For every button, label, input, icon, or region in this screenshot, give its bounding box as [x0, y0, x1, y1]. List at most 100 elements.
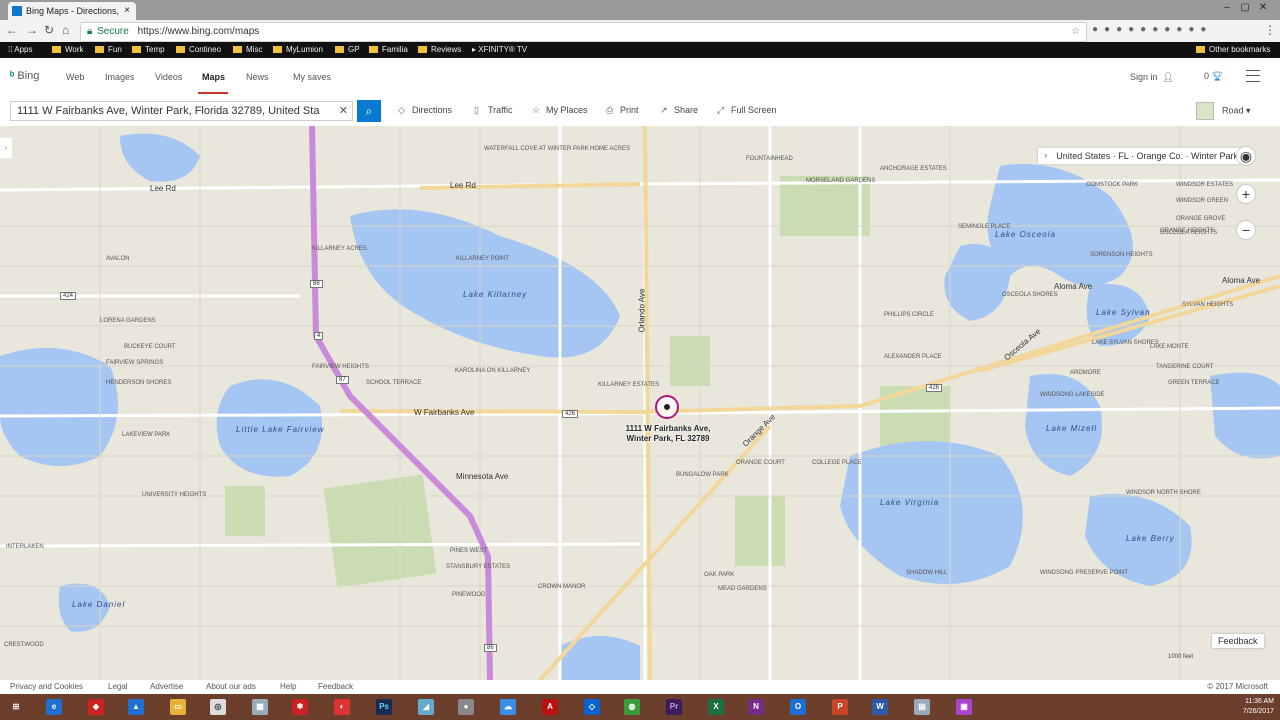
premiere-icon[interactable]: Pr — [666, 699, 682, 715]
folder-icon — [176, 46, 185, 53]
footer-link-privacy[interactable]: Privacy and Cookies — [10, 680, 83, 694]
photoshop-icon[interactable]: Ps — [376, 699, 392, 715]
back-icon[interactable]: ← — [6, 23, 18, 37]
dropbox-icon[interactable]: ◇ — [584, 699, 600, 715]
bing-logo[interactable]: ᵇ Bing — [10, 70, 39, 82]
outlook-icon[interactable]: O — [790, 699, 806, 715]
location-pin-icon[interactable] — [655, 395, 679, 419]
cloud-icon[interactable]: ☁ — [500, 699, 516, 715]
road-label: W Fairbanks Ave — [414, 408, 475, 417]
app-icon[interactable]: ▣ — [956, 699, 972, 715]
onenote-icon[interactable]: N — [748, 699, 764, 715]
search-button[interactable]: ⌕ — [357, 100, 381, 122]
app-icon[interactable]: ◐ — [334, 699, 350, 715]
nav-web[interactable]: Web — [66, 72, 84, 82]
minimize-icon[interactable]: – — [1218, 2, 1236, 13]
clear-search-icon[interactable]: ✕ — [338, 102, 348, 120]
acrobat-icon[interactable]: A — [542, 699, 558, 715]
locate-me-button[interactable]: ◉ — [1236, 146, 1256, 166]
windows-start-icon[interactable]: ⊞ — [8, 699, 24, 715]
internet-explorer-icon[interactable]: e — [46, 699, 62, 715]
powerpoint-icon[interactable]: P — [832, 699, 848, 715]
bookmark-mylumion[interactable]: MyLumion — [273, 42, 323, 58]
map-style-selector[interactable]: Road ▾ — [1196, 102, 1251, 120]
nav-videos[interactable]: Videos — [155, 72, 182, 82]
route-shield: 87 — [336, 376, 349, 384]
place-label: FAIRVIEW HEIGHTS — [312, 364, 369, 370]
place-label: ORANGE COURT — [736, 460, 785, 466]
bing-logo-icon: ᵇ — [10, 70, 15, 82]
app-icon[interactable]: ◍ — [624, 699, 640, 715]
extension-icons[interactable]: ●●●●●●●●●● — [1092, 24, 1212, 35]
browser-menu-icon[interactable]: ⋮ — [1264, 23, 1276, 37]
excel-icon[interactable]: X — [708, 699, 724, 715]
place-label: TANGERINE COURT — [1156, 364, 1214, 370]
bookmark-reviews[interactable]: Reviews — [418, 42, 461, 58]
clock-time: 11:36 AM — [1244, 698, 1274, 705]
share-button[interactable]: ↗ Share — [660, 105, 698, 116]
footer-link-help[interactable]: Help — [280, 680, 296, 694]
browser-tab[interactable]: Bing Maps - Directions, × — [8, 2, 136, 20]
forward-icon[interactable]: → — [26, 23, 38, 37]
map-feedback-button[interactable]: Feedback — [1212, 634, 1264, 648]
nav-maps[interactable]: Maps — [202, 72, 225, 82]
my-places-button[interactable]: ☆ My Places — [532, 105, 588, 116]
bookmark-temp[interactable]: Temp — [132, 42, 165, 58]
footer-link-feedback[interactable]: Feedback — [318, 680, 353, 694]
directions-button[interactable]: ◇ Directions — [398, 105, 452, 116]
place-label: AVALON — [106, 256, 130, 262]
app-icon[interactable]: ▤ — [914, 699, 930, 715]
bookmark-apps[interactable]: ⁞⁞ Apps — [8, 42, 32, 58]
park-area — [670, 336, 710, 386]
nav-images[interactable]: Images — [105, 72, 135, 82]
side-panel-toggle[interactable]: › — [0, 138, 12, 158]
footer-link-about-ads[interactable]: About our ads — [206, 680, 256, 694]
bookmark-xfinity[interactable]: ▸ XFINITY® TV — [472, 42, 527, 58]
app-icon[interactable]: ◢ — [418, 699, 434, 715]
traffic-button[interactable]: ▯ Traffic — [474, 105, 513, 116]
bookmark-fun[interactable]: Fun — [95, 42, 122, 58]
place-label: LAKE SYLVAN SHORES — [1092, 340, 1159, 346]
bookmark-contineo[interactable]: Contineo — [176, 42, 221, 58]
nav-my-saves[interactable]: My saves — [293, 72, 331, 82]
bookmark-gp[interactable]: GP — [335, 42, 360, 58]
nav-news[interactable]: News — [246, 72, 269, 82]
place-label: WINDSOR NORTH SHORE — [1126, 490, 1201, 496]
active-nav-underline — [198, 92, 228, 94]
app-icon[interactable]: ✱ — [292, 699, 308, 715]
url-field[interactable]: 🔒︎ Secure https://www.bing.com/maps ☆ — [80, 22, 1087, 42]
home-icon[interactable]: ⌂ — [62, 23, 69, 37]
bookmark-familia[interactable]: Familia — [369, 42, 408, 58]
map-search-input[interactable]: 1111 W Fairbanks Ave, Winter Park, Flori… — [10, 101, 353, 121]
location-breadcrumb[interactable]: › United States · FL · Orange Co. · Wint… — [1038, 148, 1244, 164]
road-label: Aloma Ave — [1054, 282, 1093, 291]
bookmark-other[interactable]: Other bookmarks — [1196, 42, 1270, 58]
rewards-badge[interactable]: 0 🏆︎ — [1204, 71, 1223, 82]
hamburger-menu-icon[interactable] — [1246, 70, 1260, 82]
zoom-in-button[interactable]: + — [1236, 184, 1256, 204]
maximize-icon[interactable]: ▢ — [1236, 2, 1254, 13]
calculator-icon[interactable]: ▦ — [252, 699, 268, 715]
map-scale: 1000 feet — [1168, 654, 1194, 660]
word-icon[interactable]: W — [872, 699, 888, 715]
reload-icon[interactable]: ↻ — [44, 23, 54, 37]
bookmark-misc[interactable]: Misc — [233, 42, 262, 58]
tab-close-icon[interactable]: × — [124, 2, 130, 20]
file-explorer-icon[interactable]: ▭ — [170, 699, 186, 715]
chrome-icon[interactable]: ◎ — [210, 699, 226, 715]
app-icon[interactable]: ◆ — [88, 699, 104, 715]
footer-link-advertise[interactable]: Advertise — [150, 680, 183, 694]
full-screen-button[interactable]: ⤢ Full Screen — [717, 105, 777, 116]
taskbar-clock[interactable]: 11:36 AM 7/26/2017 — [1243, 697, 1274, 717]
app-icon[interactable]: ● — [458, 699, 474, 715]
bookmark-work[interactable]: Work — [52, 42, 84, 58]
close-window-icon[interactable]: ✕ — [1254, 2, 1272, 13]
footer-link-legal[interactable]: Legal — [108, 680, 128, 694]
print-button[interactable]: ⎙ Print — [606, 105, 639, 116]
app-icon[interactable]: ▲ — [128, 699, 144, 715]
zoom-out-button[interactable]: − — [1236, 220, 1256, 240]
minus-icon: − — [1241, 222, 1251, 238]
sign-in-link[interactable]: Sign in 👤︎ — [1130, 72, 1174, 83]
bookmark-star-icon[interactable]: ☆ — [1071, 23, 1080, 41]
map-canvas[interactable]: › Lake Killarney Lake Osceola Little Lak… — [0, 126, 1280, 680]
